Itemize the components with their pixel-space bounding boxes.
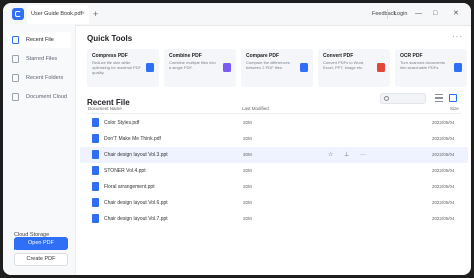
tool-card-description: Convert PDFs to Word, Excel, PPT, Image … [323, 60, 365, 70]
file-date: 2022/05/04 [432, 200, 455, 205]
new-tab-button[interactable]: + [93, 7, 98, 21]
file-name: Don'T Make Me Think.pdf [104, 136, 161, 142]
sidebar-item-label: Recent Folders [26, 75, 64, 81]
table-row[interactable]: STONER Vol.4.ppt 20M 2022/05/04 [80, 163, 468, 179]
grid-view-icon[interactable] [449, 94, 457, 102]
row-more-icon[interactable]: ··· [360, 147, 366, 163]
tool-card-title: Compress PDF [92, 53, 128, 59]
tab-close-icon[interactable]: × [81, 5, 85, 24]
table-row-selected[interactable]: Chair design layout Vol.3.ppt 30M ☆ ⊥ ··… [80, 147, 468, 163]
column-header-modified[interactable]: Last Modified [242, 106, 269, 111]
folder-icon [12, 74, 19, 82]
sidebar-item-starred-files[interactable]: Starred Files [7, 51, 71, 67]
title-bar-divider [387, 9, 388, 19]
tool-card-combine-pdf[interactable]: Combine PDF Combine multiple files into … [164, 49, 236, 87]
app-logo-icon [12, 8, 24, 20]
pdf-file-icon [92, 134, 99, 143]
feedback-link[interactable]: Feedback [372, 3, 396, 25]
maximize-icon[interactable]: □ [433, 3, 437, 25]
pin-icon[interactable]: ⊥ [344, 147, 349, 163]
combine-icon [223, 63, 231, 72]
ppt-file-icon [92, 150, 99, 159]
recent-file-icon [12, 36, 19, 44]
file-name: Chair design layout Vol.6.ppt [104, 200, 168, 206]
file-modified: 20M [243, 120, 252, 125]
sidebar-item-label: Recent File [26, 37, 54, 43]
sidebar-item-document-cloud[interactable]: Document Cloud [7, 89, 71, 105]
tool-card-description: Turn scanned documents into searchable P… [400, 60, 445, 70]
open-pdf-button[interactable]: Open PDF [14, 237, 68, 250]
tool-card-description: Combine multiple files into a single PDF… [169, 60, 216, 70]
ppt-file-icon [92, 182, 99, 191]
main-content: Quick Tools ··· Compress PDF Reduce file… [76, 25, 471, 275]
file-name: Color Styles.pdf [104, 120, 140, 126]
tool-card-title: Convert PDF [323, 53, 354, 59]
close-window-icon[interactable]: ✕ [453, 3, 459, 25]
file-name: Chair design layout Vol.3.ppt [104, 152, 168, 158]
document-tab[interactable]: User Guide Book.pdf × [27, 5, 89, 24]
tool-card-compress-pdf[interactable]: Compress PDF Reduce file size while opti… [87, 49, 159, 87]
title-bar: User Guide Book.pdf × + Feedback Login —… [3, 3, 471, 26]
ocr-icon [454, 63, 462, 72]
star-icon[interactable]: ☆ [328, 147, 333, 163]
file-modified: 30M [243, 152, 252, 157]
tool-card-compare-pdf[interactable]: Compare PDF Compare the differences betw… [241, 49, 313, 87]
tool-card-title: Combine PDF [169, 53, 202, 59]
create-pdf-button[interactable]: Create PDF [14, 253, 68, 266]
minimize-icon[interactable]: — [415, 3, 422, 25]
file-modified: 20M [243, 200, 252, 205]
tool-card-title: Compare PDF [246, 53, 280, 59]
sidebar: Recent File Starred Files Recent Folders… [3, 25, 76, 275]
compare-icon [300, 63, 308, 72]
header-divider [87, 113, 461, 114]
ppt-file-icon [92, 198, 99, 207]
ppt-file-icon [92, 166, 99, 175]
sidebar-item-recent-file[interactable]: Recent File [7, 32, 71, 48]
file-modified: 20M [243, 168, 252, 173]
cloud-icon [12, 93, 19, 101]
sidebar-item-label: Document Cloud [26, 94, 67, 100]
search-input[interactable] [391, 94, 424, 103]
ppt-file-icon [92, 214, 99, 223]
app-window: User Guide Book.pdf × + Feedback Login —… [3, 3, 471, 275]
file-modified: 20M [243, 216, 252, 221]
tool-card-description: Reduce file size while optimizing for ma… [92, 60, 141, 75]
file-modified: 20M [243, 184, 252, 189]
quick-tools-title: Quick Tools [87, 34, 133, 43]
file-date: 2022/05/04 [432, 136, 455, 141]
file-date: 2022/05/04 [432, 168, 455, 173]
sidebar-item-label: Starred Files [26, 56, 58, 62]
file-name: Chair design layout Vol.7.ppt [104, 216, 168, 222]
column-header-size[interactable]: Size [450, 106, 459, 111]
table-row[interactable]: Color Styles.pdf 20M 2022/05/04 [80, 115, 468, 131]
list-view-icon[interactable] [435, 94, 443, 102]
tool-card-description: Compare the differences between 2 PDF fi… [246, 60, 290, 70]
tool-card-ocr-pdf[interactable]: OCR PDF Turn scanned documents into sear… [395, 49, 467, 87]
table-row[interactable]: Floral arrangement.ppt 20M 2022/05/04 [80, 179, 468, 195]
sidebar-item-recent-folders[interactable]: Recent Folders [7, 70, 71, 86]
search-box[interactable] [380, 93, 426, 104]
file-name: STONER Vol.4.ppt [104, 168, 146, 174]
tool-card-convert-pdf[interactable]: Convert PDF Convert PDFs to Word, Excel,… [318, 49, 390, 87]
table-row[interactable]: Don'T Make Me Think.pdf 20M 2022/05/04 [80, 131, 468, 147]
table-row[interactable]: Chair design layout Vol.7.ppt 20M 2022/0… [80, 211, 468, 227]
star-file-icon [12, 55, 19, 63]
document-tab-label: User Guide Book.pdf [31, 11, 83, 17]
file-date: 2022/05/04 [432, 152, 455, 157]
file-date: 2022/05/04 [432, 184, 455, 189]
login-link[interactable]: Login [394, 3, 407, 25]
file-date: 2022/05/04 [432, 120, 455, 125]
file-date: 2022/05/04 [432, 216, 455, 221]
tool-card-title: OCR PDF [400, 53, 423, 59]
compress-icon [146, 63, 154, 72]
quick-tools-more-icon[interactable]: ··· [452, 32, 463, 41]
file-name: Floral arrangement.ppt [104, 184, 155, 190]
file-modified: 20M [243, 136, 252, 141]
pdf-file-icon [92, 118, 99, 127]
table-row[interactable]: Chair design layout Vol.6.ppt 20M 2022/0… [80, 195, 468, 211]
column-header-name[interactable]: Document Name [88, 106, 122, 111]
convert-icon [377, 63, 385, 72]
search-icon [384, 96, 389, 101]
